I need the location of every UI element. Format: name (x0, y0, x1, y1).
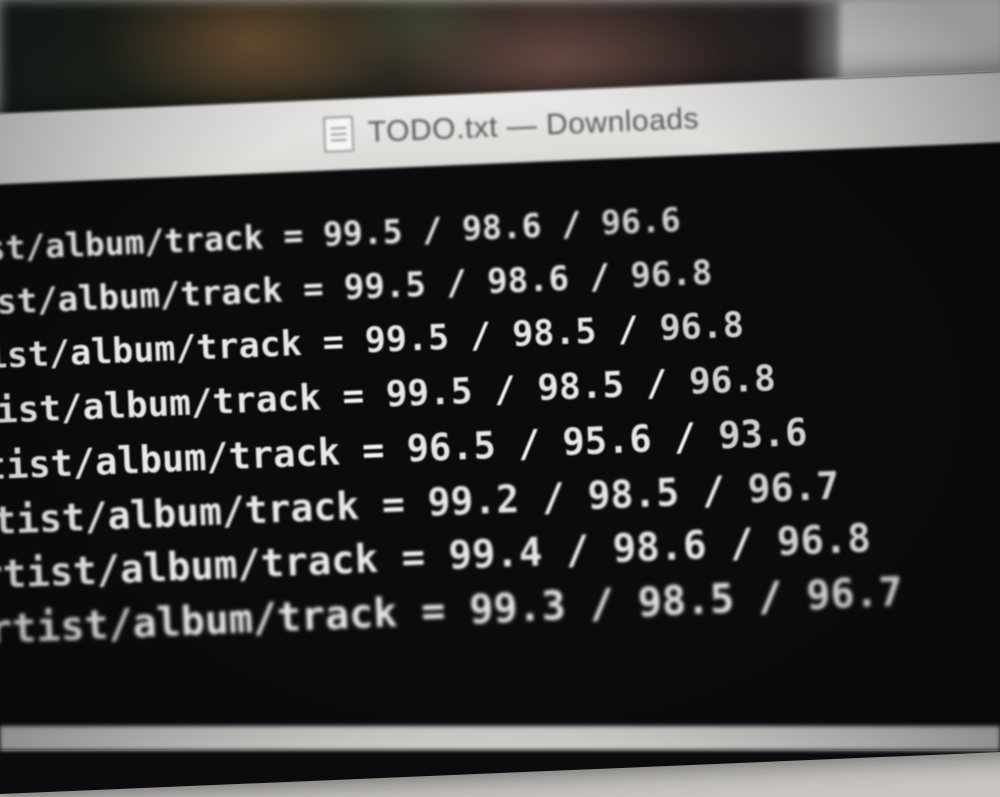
line-separator: / (421, 209, 443, 250)
line-value-1: 99.5 (384, 370, 474, 416)
line-value-3: 96.8 (658, 305, 745, 349)
line-separator: / (493, 369, 517, 411)
line-equals: = (380, 481, 406, 527)
line-equals: = (341, 375, 365, 418)
line-value-2: 98.6 (611, 523, 708, 573)
line-separator: / (757, 574, 784, 622)
line-value-3: 96.8 (776, 516, 872, 566)
line-separator: / (564, 528, 591, 575)
line-equals: = (302, 268, 325, 310)
text-content-area[interactable]: artist/album/track = 99.5 / 98.6 / 96.6 … (0, 140, 1000, 662)
line-value-1: 99.5 (364, 317, 450, 362)
line-path: artist/album/track (0, 217, 265, 272)
text-editor-window: TODO.txt — Downloads artist/album/track … (0, 68, 1000, 795)
line-value-1: 96.5 (405, 423, 497, 471)
text-document-icon (323, 115, 355, 153)
line-separator: / (616, 309, 640, 351)
line-value-1: 99.4 (447, 530, 544, 579)
line-value-2: 98.6 (486, 258, 570, 303)
line-value-1: 99.5 (343, 264, 427, 309)
screen-bezel (0, 726, 1000, 750)
line-equals: = (420, 588, 447, 636)
line-value-2: 95.6 (561, 417, 653, 465)
line-equals: = (321, 322, 345, 364)
line-separator: / (588, 581, 615, 629)
line-value-1: 99.5 (322, 211, 404, 254)
line-separator: / (469, 316, 493, 357)
line-separator: / (517, 422, 542, 466)
line-value-3: 96.6 (600, 199, 682, 243)
line-separator: / (445, 262, 468, 304)
line-separator: / (672, 415, 697, 460)
line-value-3: 96.7 (746, 463, 841, 512)
line-equals: = (400, 534, 426, 581)
line-value-3: 96.8 (629, 252, 714, 297)
line-separator: / (701, 468, 726, 514)
line-value-2: 98.5 (511, 311, 598, 356)
line-separator: / (729, 521, 755, 568)
line-separator: / (644, 362, 669, 405)
line-value-2: 98.5 (586, 470, 681, 519)
line-value-3: 96.7 (805, 569, 904, 620)
line-value-3: 96.8 (688, 358, 777, 403)
line-value-2: 98.5 (636, 576, 736, 627)
line-separator: / (560, 204, 582, 244)
line-equals: = (361, 428, 386, 473)
line-value-1: 99.3 (468, 583, 567, 634)
line-value-1: 99.2 (426, 476, 520, 525)
line-value-2: 98.5 (536, 364, 625, 410)
window-title: TODO.txt — Downloads (367, 102, 700, 149)
line-value-3: 93.6 (717, 410, 809, 458)
line-value-2: 98.6 (461, 205, 543, 249)
line-separator: / (540, 475, 566, 521)
line-equals: = (282, 215, 305, 256)
line-separator: / (588, 256, 611, 298)
